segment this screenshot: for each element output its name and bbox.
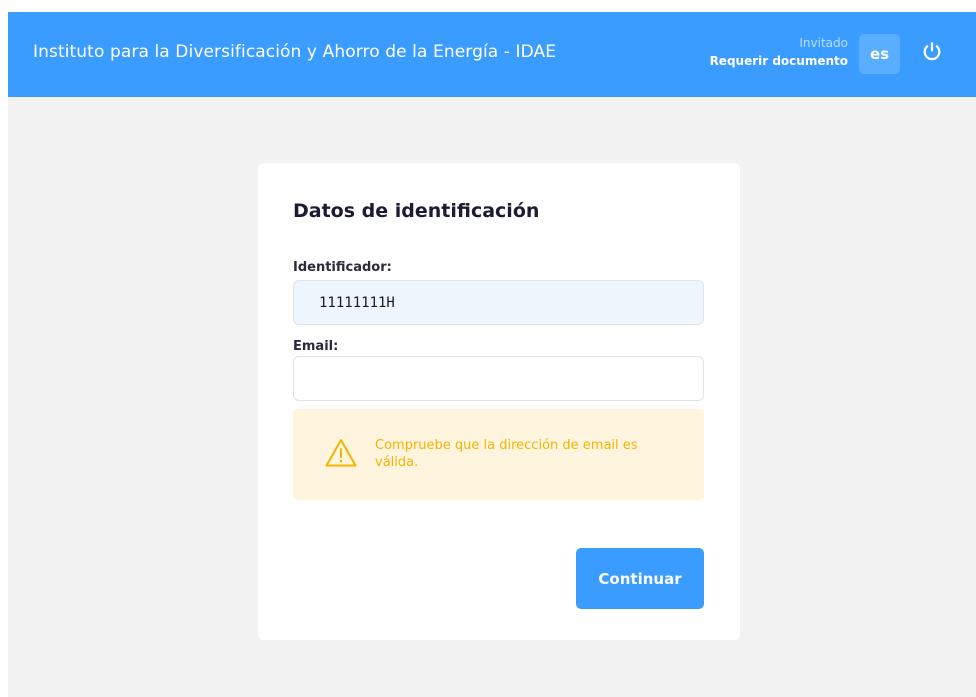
power-icon bbox=[923, 42, 941, 61]
viewport: Instituto para la Diversificación y Ahor… bbox=[8, 12, 976, 697]
logout-button[interactable] bbox=[920, 40, 944, 64]
warning-icon bbox=[325, 439, 357, 467]
identification-card: Datos de identificación Identificador: E… bbox=[258, 163, 740, 640]
email-input[interactable] bbox=[293, 356, 704, 401]
language-button[interactable]: es bbox=[859, 34, 900, 74]
user-block: Invitado Requerir documento bbox=[710, 34, 848, 70]
user-role-label: Invitado bbox=[799, 36, 848, 50]
top-bar: Instituto para la Diversificación y Ahor… bbox=[8, 12, 976, 97]
request-document-link[interactable]: Requerir documento bbox=[710, 52, 848, 70]
identifier-label: Identificador: bbox=[293, 260, 392, 275]
email-warning-alert: Compruebe que la dirección de email es v… bbox=[293, 409, 704, 500]
identifier-input[interactable] bbox=[293, 280, 704, 325]
email-label: Email: bbox=[293, 339, 339, 354]
alert-message: Compruebe que la dirección de email es v… bbox=[375, 438, 638, 470]
app-title: Instituto para la Diversificación y Ahor… bbox=[33, 42, 557, 62]
continue-button[interactable]: Continuar bbox=[576, 548, 704, 609]
form-title: Datos de identificación bbox=[293, 200, 540, 222]
